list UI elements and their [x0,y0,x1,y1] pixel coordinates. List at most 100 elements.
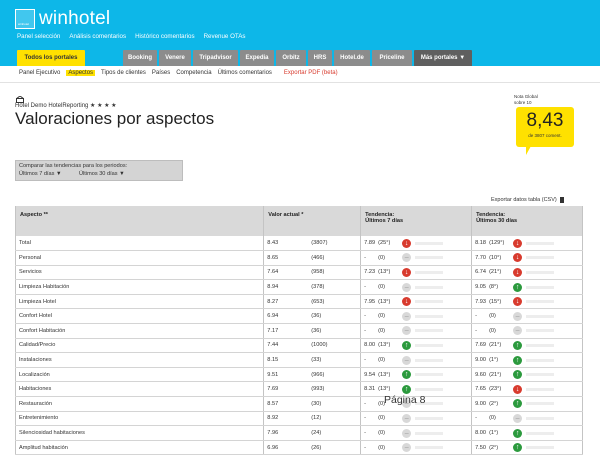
export-pdf-link[interactable]: Exportar PDF (beta) [284,70,338,76]
table-row: Entretenimiento 8.92 (12) - (0) – - (0) – [14,411,583,427]
brand-logo[interactable]: winhotel winhotel [15,8,110,30]
col-aspect[interactable]: Aspecto ** [14,206,265,236]
trend-down-icon: ↓ [513,238,523,248]
review-count: (3807) [311,240,328,247]
aspect-label: Instalaciones [19,357,52,364]
period-select-30[interactable]: Últimos 30 días ▼ [79,171,125,177]
aspect-label: Amplitud habitación [19,444,68,451]
subnav-panel-ejecutivo[interactable]: Panel Ejecutivo [19,70,60,76]
aspect-label: Confort Habitación [19,327,66,334]
trend-flat-icon: – [513,413,523,423]
aspect-label: Silenciosidad habitaciones [19,430,85,437]
aspect-value: 8.15 (33) [263,352,362,368]
aspect-value: 8.27 (653) [263,294,362,310]
trend-up-icon: ↑ [402,340,412,350]
col-trend-30: Tendencia: Últimos 30 días [471,206,583,236]
aspect-name: Entretenimiento [14,411,265,427]
topnav-analisis-comentarios[interactable]: Análisis comentarios [69,33,126,40]
section-subnav: Panel Ejecutivo Aspectos Tipos de client… [0,66,600,83]
trend-30-count: (1°) [489,430,499,437]
trend-up-icon: ↑ [402,384,412,394]
trend-30-count: (129°) [489,240,505,247]
subnav-ultimos-comentarios[interactable]: Últimos comentarios [218,70,272,76]
aspect-name: Amplitud habitación [14,440,265,456]
tab-todos-portales[interactable]: Todos los portales [17,50,85,66]
trend-30-value: 9.00 [475,357,486,364]
trend-30-count: (2°) [489,400,499,407]
trend-bar [526,416,555,420]
trend-flat-icon: – [402,326,412,336]
trend-up-icon: ↑ [513,282,523,292]
trend-30: - (0) – [471,411,583,427]
trend-bar [415,300,444,304]
subnav-aspectos[interactable]: Aspectos [66,70,96,76]
aspect-value: 8.65 (466) [263,250,362,266]
aspect-value: 8.57 (30) [263,396,362,412]
trend-7: - (0) – [360,308,473,325]
topnav-historico-comentarios[interactable]: Histórico comentarios [135,33,195,40]
trend-30: 9.60 (21°) ↑ [471,367,583,383]
tab-priceline[interactable]: Priceline [372,50,412,66]
trend-30-value: 9.60 [475,371,486,378]
aspect-name: Silenciosidad habitaciones [14,425,265,441]
trend-30-count: (0) [489,313,496,320]
score-number: 7.44 [267,342,279,349]
trend-30-count: (21°) [489,269,502,276]
score-number: 8.57 [267,400,279,407]
trend-bar [526,343,555,347]
trend-down-icon: ↓ [513,384,523,394]
trend-7: - (0) – [360,411,473,427]
col-value[interactable]: Valor actual * [263,206,362,236]
score-number: 7.96 [267,430,279,437]
tab-tripadvisor[interactable]: Tripadvisor [193,50,238,66]
period-select-7[interactable]: Últimos 7 días ▼ [19,171,62,177]
tab-venere[interactable]: Venere [159,50,191,66]
aspect-label: Personal [19,254,42,261]
trend-7-count: (0) [378,415,386,422]
topnav-panel-seleccion[interactable]: Panel selección [17,33,60,40]
trend-bar [415,256,444,260]
score-badge-tail [526,146,531,155]
aspect-value: 9.51 (966) [263,367,362,383]
trend-7-count: (0) [378,444,386,451]
tab-expedia[interactable]: Expedia [240,50,274,66]
aspect-label: Limpieza Hotel [19,298,56,305]
trend-7-value: 8.31 [364,386,376,393]
trend-7-value: - [364,313,367,320]
tab-orbitz[interactable]: Orbitz [276,50,306,66]
review-count: (36) [311,327,322,334]
aspect-name: Confort Habitación [14,323,265,339]
table-row: Restauración 8.57 (30) - (0) –9.00 (2°) ↑ [14,396,583,412]
topnav-revenue-otas[interactable]: Revenue OTAs [204,33,246,40]
trend-7-count: (0) [378,313,386,320]
score-number: 9.51 [267,371,279,378]
subnav-tipos-clientes[interactable]: Tipos de clientes [101,70,146,76]
trend-down-icon: ↓ [513,267,523,277]
tab-hotelde[interactable]: Hotel.de [334,50,370,66]
trend-bar [526,329,555,333]
trend-7-count: (0) [378,357,386,364]
table-row: Silenciosidad habitaciones 7.96 (24) - (0) – 8… [14,425,583,441]
aspect-label: Habitaciones [19,386,52,393]
table-row: Instalaciones 8.15 (33) - (0) – 9.00 (1°) ↑ [14,352,583,368]
tab-mas-portales[interactable]: Más portales ▼ [414,50,472,66]
subnav-competencia[interactable]: Competencia [176,70,211,76]
trend-30: 9.00 (1°) ↑ [471,352,583,368]
trend-7: - (0) – [360,425,473,441]
trend-bar [415,314,444,318]
subnav-paises[interactable]: Países [152,70,170,76]
export-csv-link[interactable]: Exportar datos tabla (CSV) [491,197,564,203]
trend-30: 7.93 (15°) ↓ [471,294,583,310]
trend-30: 9.05 (8°) ↑ [471,279,583,295]
trend-30-value: 8.18 [475,240,486,247]
tab-hrs[interactable]: HRS [308,50,332,66]
table-row: Habitaciones 7.69 (993) 8.31 (13°) ↑ 7.65 (23°)… [14,381,583,398]
aspect-name: Localización [14,367,265,383]
trend-bar [526,314,555,318]
trend-7: - (0) – [360,352,473,368]
aspect-value: 7.17 (36) [263,323,362,339]
tab-booking[interactable]: Booking [123,50,157,66]
brand-name: winhotel [39,8,111,29]
trend-7-count: (0) [378,284,386,291]
trend-bar [415,329,444,333]
